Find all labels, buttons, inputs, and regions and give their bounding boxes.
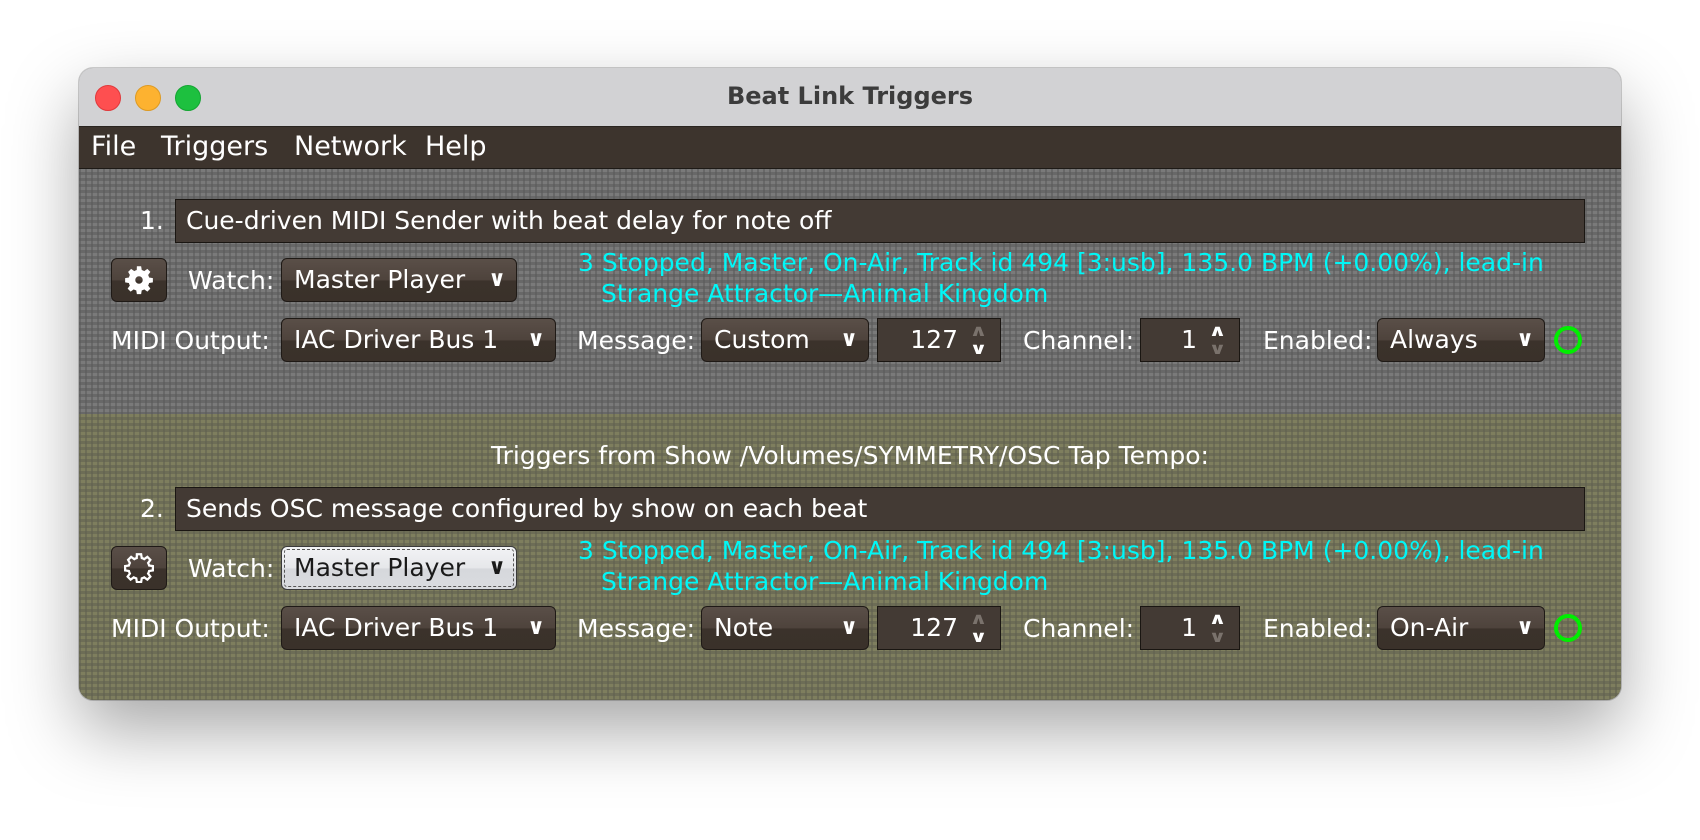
midi-output-value: IAC Driver Bus 1 <box>294 613 499 642</box>
show-header: Triggers from Show /Volumes/SYMMETRY/OSC… <box>491 441 1209 470</box>
player-status-line-1: 3 Stopped, Master, On-Air, Track id 494 … <box>578 248 1544 277</box>
watch-value: Master Player <box>294 265 466 294</box>
menu-file[interactable]: File <box>91 131 136 162</box>
spinner-up-icon[interactable]: ∧ <box>1208 611 1226 627</box>
chevron-down-icon: ∨ <box>1516 615 1534 640</box>
app-window: Beat Link Triggers File Triggers Network… <box>79 68 1621 700</box>
midi-output-value: IAC Driver Bus 1 <box>294 325 499 354</box>
midi-output-select[interactable]: IAC Driver Bus 1 ∨ <box>281 606 556 650</box>
enabled-label: Enabled: <box>1263 326 1373 355</box>
message-label: Message: <box>577 326 695 355</box>
channel-label: Channel: <box>1023 614 1135 643</box>
channel-label: Channel: <box>1023 326 1135 355</box>
title-bar: Beat Link Triggers <box>79 68 1621 127</box>
menu-bar: File Triggers Network Help <box>79 127 1621 169</box>
status-circle-icon <box>1554 614 1582 642</box>
menu-triggers[interactable]: Triggers <box>161 131 268 162</box>
trigger-row-1: 1. Cue-driven MIDI Sender with beat dela… <box>79 169 1621 414</box>
spinner-down-icon[interactable]: ∨ <box>969 629 987 645</box>
watch-label: Watch: <box>188 266 275 295</box>
chevron-down-icon: ∨ <box>527 615 545 640</box>
note-value: 127 <box>910 325 958 354</box>
enabled-value: Always <box>1390 325 1478 354</box>
spinner-down-icon[interactable]: ∨ <box>969 341 987 357</box>
trigger-index: 1. <box>140 206 164 235</box>
spinner-up-icon[interactable]: ∧ <box>969 611 987 627</box>
trigger-row-2: Triggers from Show /Volumes/SYMMETRY/OSC… <box>79 414 1621 700</box>
enabled-value: On-Air <box>1390 613 1469 642</box>
midi-output-label: MIDI Output: <box>111 326 270 355</box>
gear-icon <box>125 266 153 295</box>
chevron-down-icon: ∨ <box>488 267 506 292</box>
enabled-label: Enabled: <box>1263 614 1373 643</box>
channel-value: 1 <box>1181 325 1197 354</box>
message-label: Message: <box>577 614 695 643</box>
player-status-line-2: Strange Attractor—Animal Kingdom <box>601 567 1049 596</box>
trigger-comment-field[interactable]: Sends OSC message configured by show on … <box>175 487 1585 531</box>
trigger-index: 2. <box>140 494 164 523</box>
trigger-actions-button[interactable] <box>111 258 167 302</box>
player-status-line-1: 3 Stopped, Master, On-Air, Track id 494 … <box>578 536 1544 565</box>
trigger-comment-field[interactable]: Cue-driven MIDI Sender with beat delay f… <box>175 199 1585 243</box>
chevron-down-icon: ∨ <box>527 327 545 352</box>
menu-help[interactable]: Help <box>425 131 487 162</box>
watch-select[interactable]: Master Player ∨ <box>281 258 517 302</box>
note-value: 127 <box>910 613 958 642</box>
channel-value: 1 <box>1181 613 1197 642</box>
message-value: Note <box>714 613 774 642</box>
message-select[interactable]: Note ∨ <box>701 606 869 650</box>
trigger-actions-button[interactable] <box>111 546 167 590</box>
chevron-down-icon: ∨ <box>840 615 858 640</box>
message-select[interactable]: Custom ∨ <box>701 318 869 362</box>
enabled-select[interactable]: Always ∨ <box>1377 318 1545 362</box>
watch-value: Master Player <box>294 553 466 582</box>
spinner-down-icon[interactable]: ∨ <box>1208 629 1226 645</box>
enabled-select[interactable]: On-Air ∨ <box>1377 606 1545 650</box>
message-value: Custom <box>714 325 810 354</box>
watch-select[interactable]: Master Player ∨ <box>281 546 517 590</box>
midi-output-label: MIDI Output: <box>111 614 270 643</box>
spinner-up-icon[interactable]: ∧ <box>1208 323 1226 339</box>
note-spinner[interactable]: 127 ∧ ∨ <box>877 606 1001 650</box>
note-spinner[interactable]: 127 ∧ ∨ <box>877 318 1001 362</box>
menu-network[interactable]: Network <box>294 131 407 162</box>
spinner-up-icon[interactable]: ∧ <box>969 323 987 339</box>
chevron-down-icon: ∨ <box>840 327 858 352</box>
channel-spinner[interactable]: 1 ∧ ∨ <box>1140 318 1240 362</box>
chevron-down-icon: ∨ <box>1516 327 1534 352</box>
gear-outline-icon <box>124 553 154 583</box>
spinner-down-icon[interactable]: ∨ <box>1208 341 1226 357</box>
window-title: Beat Link Triggers <box>726 82 974 110</box>
chevron-down-icon: ∨ <box>488 555 506 580</box>
midi-output-select[interactable]: IAC Driver Bus 1 ∨ <box>281 318 556 362</box>
watch-label: Watch: <box>188 554 275 583</box>
status-circle-icon <box>1554 326 1582 354</box>
channel-spinner[interactable]: 1 ∧ ∨ <box>1140 606 1240 650</box>
player-status-line-2: Strange Attractor—Animal Kingdom <box>601 279 1049 308</box>
